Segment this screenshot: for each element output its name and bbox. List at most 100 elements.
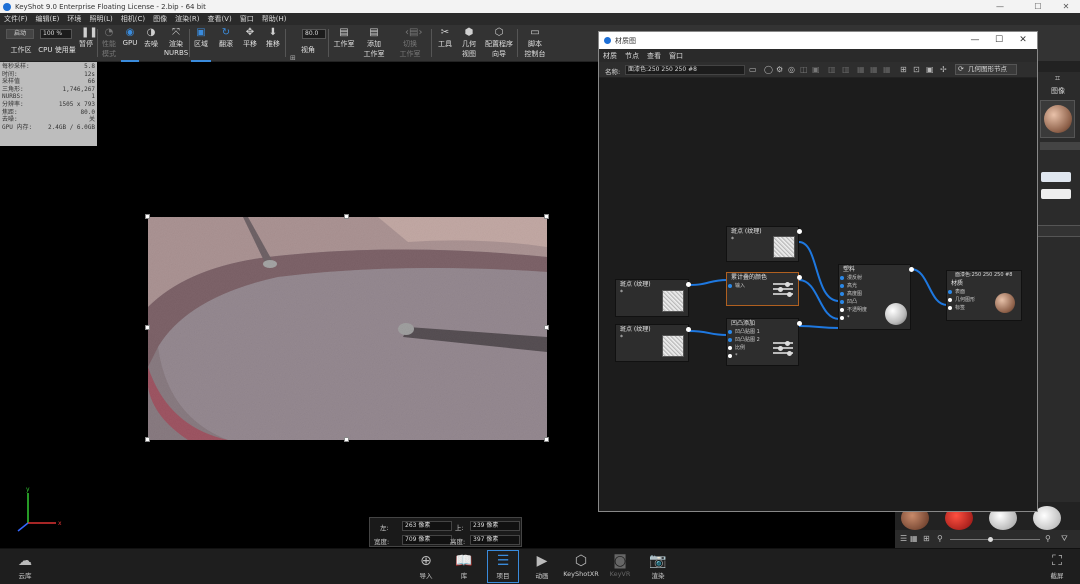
switch-studio-button[interactable]: ‹▤› 切换 工作室 — [396, 25, 424, 62]
material-output-node[interactable]: 面漆色:250 250 250 #8 材质 表面 几何图形 标签 — [946, 270, 1022, 321]
keyvr-button[interactable]: ◙ KeyVR — [604, 551, 636, 578]
view-button[interactable]: 视角 — [296, 25, 320, 62]
render-region-image[interactable] — [148, 217, 547, 440]
geometry-view-button[interactable]: ⬢ 几何 视图 — [458, 25, 480, 62]
pan-button[interactable]: ✥ 平移 — [240, 25, 260, 62]
configurator-wizard-button[interactable]: ⬡ 配置程序 向导 — [483, 25, 515, 62]
sphere-icon[interactable]: ◯ — [764, 65, 773, 74]
import-button[interactable]: ⊕ 导入 — [410, 551, 442, 580]
target-icon[interactable]: ◎ — [788, 65, 795, 74]
pause-button[interactable]: ❚❚ 暂停 — [76, 25, 98, 62]
menu-view[interactable]: 查看(V) — [203, 14, 235, 24]
performance-mode-button[interactable]: ◔ 性能 模式 — [98, 25, 120, 62]
filter-icon[interactable]: ⛛ — [1061, 534, 1068, 544]
mg-menu-node[interactable]: 节点 — [621, 51, 643, 61]
width-input[interactable]: 709 像素 — [402, 535, 452, 545]
output-port[interactable] — [686, 327, 691, 332]
output-port[interactable] — [686, 282, 691, 287]
library-button[interactable]: 📖 库 — [448, 551, 480, 580]
maximize-button[interactable]: ☐ — [1024, 0, 1052, 13]
panel-toggle-2[interactable] — [1041, 189, 1071, 199]
list-view-icon[interactable]: ☰ — [900, 534, 907, 543]
node-a-icon[interactable]: ▦ — [857, 65, 865, 74]
node-c-icon[interactable]: ▦ — [883, 65, 891, 74]
top-input[interactable]: 239 像素 — [470, 521, 520, 531]
delete-icon[interactable]: ▥ — [828, 65, 836, 74]
tree-view-icon[interactable]: ⊞ — [923, 534, 930, 543]
output-port[interactable] — [909, 267, 914, 272]
connect-icon[interactable]: ✢ — [940, 65, 947, 74]
menu-window[interactable]: 窗口 — [236, 14, 258, 24]
zoom-out-icon[interactable]: ⚲ — [937, 534, 943, 543]
menu-render[interactable]: 渲染(R) — [171, 14, 203, 24]
node-port[interactable]: 凹凸贴图 1 — [727, 328, 798, 336]
unlock-icon[interactable]: ◫ — [800, 65, 808, 74]
render-button[interactable]: 📷 渲染 — [642, 551, 674, 580]
menu-edit[interactable]: 编辑(E) — [32, 14, 64, 24]
fit-icon[interactable]: ⊡ — [913, 65, 920, 74]
minimize-button[interactable]: — — [986, 0, 1014, 13]
save-icon[interactable]: ▭ — [749, 65, 757, 74]
image-tab-label[interactable]: 图像 — [1051, 86, 1065, 96]
workspace-button[interactable]: 工作区 — [6, 25, 36, 62]
mg-close-button[interactable]: ✕ — [1011, 32, 1035, 49]
denoise-button[interactable]: ◑ 去噪 — [141, 25, 161, 62]
studio-button[interactable]: ▤ 工作室 — [331, 25, 357, 62]
region-handle-tl[interactable] — [145, 214, 150, 219]
animation-button[interactable]: ▶ 动画 — [526, 551, 558, 580]
output-port[interactable] — [797, 229, 802, 234]
tumble-button[interactable]: ↻ 翻滚 — [216, 25, 236, 62]
panel-toggle-1[interactable] — [1041, 172, 1071, 182]
thumbnail-size-slider[interactable] — [950, 539, 1040, 540]
cpu-usage-button[interactable]: CPU 使用量 — [38, 25, 76, 62]
color-layer-node[interactable]: 累计叠的颜色 输入 — [726, 272, 802, 306]
plastic-material-node[interactable]: 塑料 漫反射 高光 高度图 凹凸 不透明度 * — [838, 264, 914, 330]
menu-image[interactable]: 图像 — [149, 14, 171, 24]
node-port[interactable]: 高光 — [839, 282, 910, 290]
settings-icon[interactable]: ⚙ — [776, 65, 783, 74]
output-port[interactable] — [797, 321, 802, 326]
left-input[interactable]: 263 像素 — [402, 521, 452, 531]
material-name-input[interactable]: 面漆色:250 250 250 #8 — [625, 65, 745, 75]
spots-texture-node[interactable]: 斑点 (纹理) * — [615, 279, 691, 317]
grid-view-icon[interactable]: ▦ — [910, 534, 918, 543]
screenshot-button[interactable]: ⛶ 截屏 — [1041, 551, 1073, 580]
copy-icon[interactable]: ▥ — [842, 65, 850, 74]
geometry-node-button[interactable]: ⟳ 几何图形节点 — [955, 64, 1017, 75]
slider-knob[interactable] — [988, 537, 993, 542]
render-nurbs-button[interactable]: ⤧ 渲染 NURBS — [163, 25, 189, 62]
cloud-library-button[interactable]: ☁ 云库 — [9, 551, 41, 580]
menu-camera[interactable]: 相机(C) — [117, 14, 149, 24]
node-b-icon[interactable]: ▦ — [870, 65, 878, 74]
menu-help[interactable]: 帮助(H) — [258, 14, 291, 24]
region-handle-top[interactable] — [344, 214, 349, 219]
region-button[interactable]: ▣ 区域 — [191, 25, 211, 62]
mg-menu-window[interactable]: 窗口 — [665, 51, 687, 61]
menu-lighting[interactable]: 照明(L) — [85, 14, 116, 24]
add-studio-button[interactable]: ▤ 添加 工作室 — [361, 25, 387, 62]
mg-menu-view[interactable]: 查看 — [643, 51, 665, 61]
region-handle-br[interactable] — [544, 437, 549, 442]
menu-file[interactable]: 文件(F) — [0, 14, 32, 24]
node-port[interactable]: 漫反射 — [839, 274, 910, 282]
output-port[interactable] — [797, 275, 802, 280]
region-handle-left[interactable] — [145, 325, 150, 330]
gpu-button[interactable]: ◉ GPU — [121, 25, 139, 62]
arrange-icon[interactable]: ⊞ — [900, 65, 907, 74]
dolly-button[interactable]: ⬇ 推移 — [263, 25, 283, 62]
node-port[interactable]: 高度图 — [839, 290, 910, 298]
frame-icon[interactable]: ▣ — [926, 65, 934, 74]
bump-add-node[interactable]: 凹凸添加 凹凸贴图 1 凹凸贴图 2 比例 * — [726, 318, 802, 366]
zoom-in-icon[interactable]: ⚲ — [1045, 534, 1051, 543]
height-input[interactable]: 397 像素 — [470, 535, 520, 545]
script-console-button[interactable]: ▭ 脚本 控制台 — [521, 25, 549, 62]
region-handle-tr[interactable] — [544, 214, 549, 219]
spots-texture-node[interactable]: 斑点 (纹理) * — [726, 226, 802, 262]
project-button[interactable]: ☰ 项目 — [487, 550, 519, 583]
menu-environment[interactable]: 环境 — [63, 14, 85, 24]
spots-texture-node[interactable]: 斑点 (纹理) * — [615, 324, 691, 362]
mg-maximize-button[interactable]: ☐ — [987, 32, 1011, 49]
region-handle-right[interactable] — [544, 325, 549, 330]
keyshotxr-button[interactable]: ⬡ KeyShotXR — [563, 551, 599, 578]
region-handle-bl[interactable] — [145, 437, 150, 442]
